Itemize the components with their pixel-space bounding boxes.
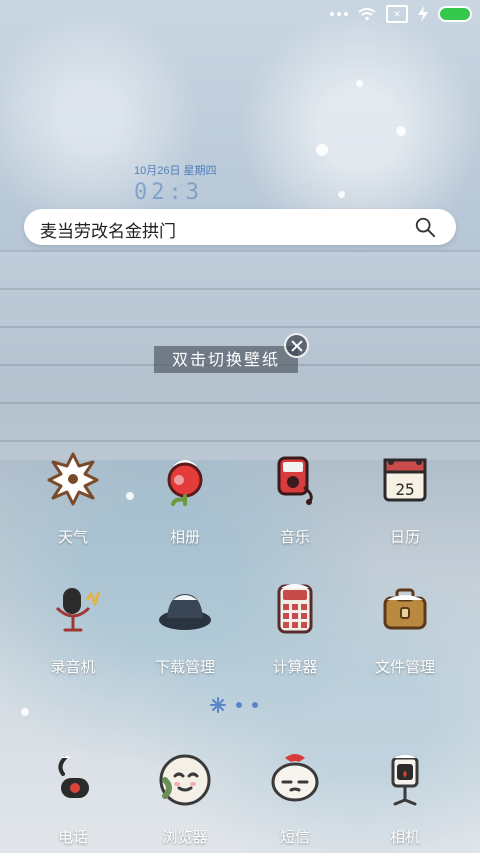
page-indicator-current-icon (210, 697, 226, 713)
app-label: 计算器 (272, 658, 318, 676)
clock-time: 02:3 (134, 180, 203, 205)
app-label: 浏览器 (162, 828, 208, 846)
status-bar: × (0, 0, 480, 28)
search-text: 麦当劳改名金拱门 (40, 222, 176, 242)
app-label: 日历 (389, 528, 420, 546)
app-phone[interactable]: 电话 (18, 748, 128, 858)
app-download-manager[interactable]: 下载管理 (130, 578, 240, 688)
briefcase-icon (375, 578, 435, 638)
app-album[interactable]: 相册 (130, 448, 240, 558)
app-camera[interactable]: 相机 (350, 748, 460, 858)
sim-disabled-icon: × (386, 5, 408, 23)
page-indicator[interactable] (210, 697, 258, 713)
app-weather[interactable]: 天气 (18, 448, 128, 558)
app-recorder[interactable]: 录音机 (18, 578, 128, 688)
phone-icon (43, 748, 103, 808)
app-label: 相册 (169, 528, 200, 546)
snow-dot (316, 144, 328, 156)
calendar-icon: 25 (375, 448, 435, 508)
app-label: 音乐 (279, 528, 310, 546)
snow-dot (21, 708, 29, 716)
album-icon (155, 448, 215, 508)
snow-dot (396, 126, 406, 136)
app-file-manager[interactable]: 文件管理 (350, 578, 460, 688)
snow-dot (338, 191, 345, 198)
charging-icon (418, 6, 428, 22)
search-bar[interactable]: 麦当劳改名金拱门 (24, 209, 456, 245)
app-label: 相机 (389, 828, 420, 846)
app-label: 录音机 (50, 658, 96, 676)
page-dot[interactable] (236, 702, 242, 708)
app-browser[interactable]: 浏览器 (130, 748, 240, 858)
page-dot[interactable] (252, 702, 258, 708)
close-icon[interactable] (284, 333, 309, 358)
snow-dot (356, 80, 363, 87)
status-icons: × (330, 4, 472, 24)
microphone-icon (43, 578, 103, 638)
calculator-icon (265, 578, 325, 638)
app-sms[interactable]: 短信 (240, 748, 350, 858)
clock-widget[interactable]: 10月26日 星期四 02:3 (134, 162, 217, 205)
app-label: 文件管理 (374, 658, 435, 676)
search-icon[interactable] (414, 216, 436, 238)
app-label: 短信 (279, 828, 310, 846)
battery-icon (438, 6, 472, 22)
app-label: 电话 (57, 828, 88, 846)
wifi-icon (358, 8, 376, 21)
snowflake-icon (43, 448, 103, 508)
calendar-day: 25 (395, 479, 415, 499)
camera-icon (375, 748, 435, 808)
more-dots-icon (330, 12, 348, 16)
app-music[interactable]: 音乐 (240, 448, 350, 558)
browser-face-icon (155, 748, 215, 808)
app-calculator[interactable]: 计算器 (240, 578, 350, 688)
download-hat-icon (155, 578, 215, 638)
clock-date: 10月26日 星期四 (134, 165, 217, 177)
wallpaper-switch-hint[interactable]: 双击切换壁纸 (154, 346, 298, 373)
music-player-icon (265, 448, 325, 508)
sms-face-icon (265, 748, 325, 808)
app-label: 天气 (57, 528, 88, 546)
app-label: 下载管理 (154, 658, 215, 676)
app-calendar[interactable]: 25 日历 (350, 448, 460, 558)
